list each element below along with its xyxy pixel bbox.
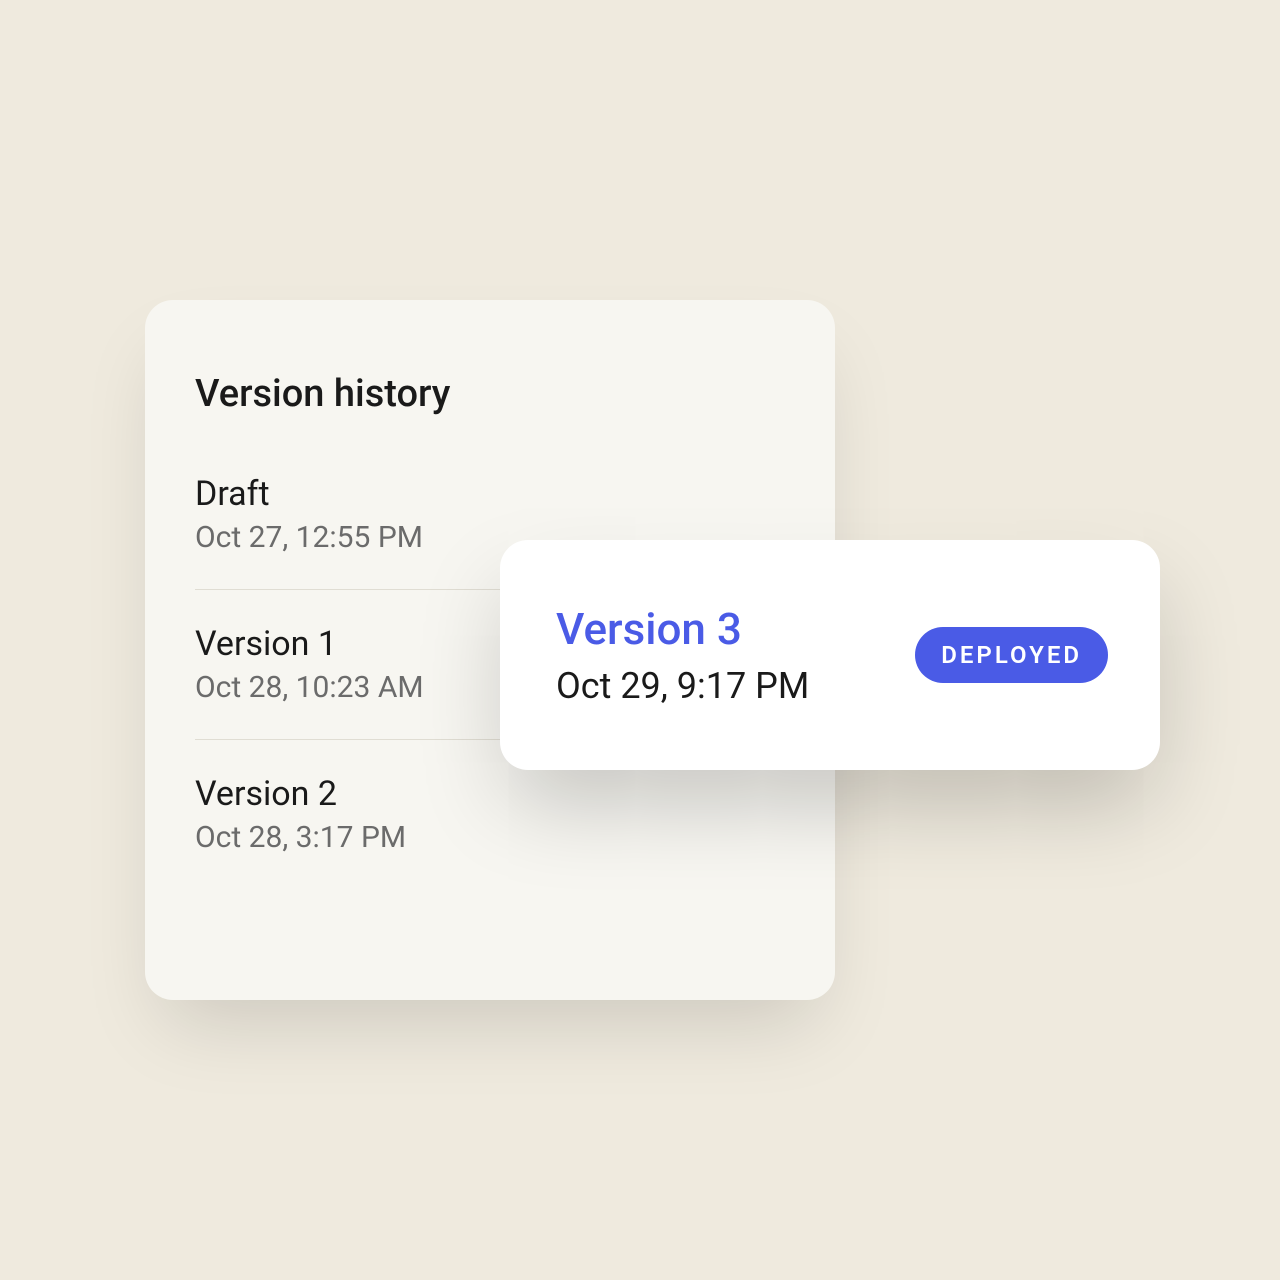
version-label: Draft: [195, 474, 785, 514]
floating-version-info: Version 3 Oct 29, 9:17 PM: [556, 603, 809, 707]
version-label: Version 2: [195, 774, 785, 814]
version-label: Version 3: [556, 603, 809, 655]
version-date: Oct 28, 3:17 PM: [195, 820, 785, 855]
status-badge: DEPLOYED: [915, 627, 1108, 683]
version-item-3-floating[interactable]: Version 3 Oct 29, 9:17 PM DEPLOYED: [500, 540, 1160, 770]
version-history-title: Version history: [195, 372, 785, 416]
version-date: Oct 29, 9:17 PM: [556, 665, 809, 707]
